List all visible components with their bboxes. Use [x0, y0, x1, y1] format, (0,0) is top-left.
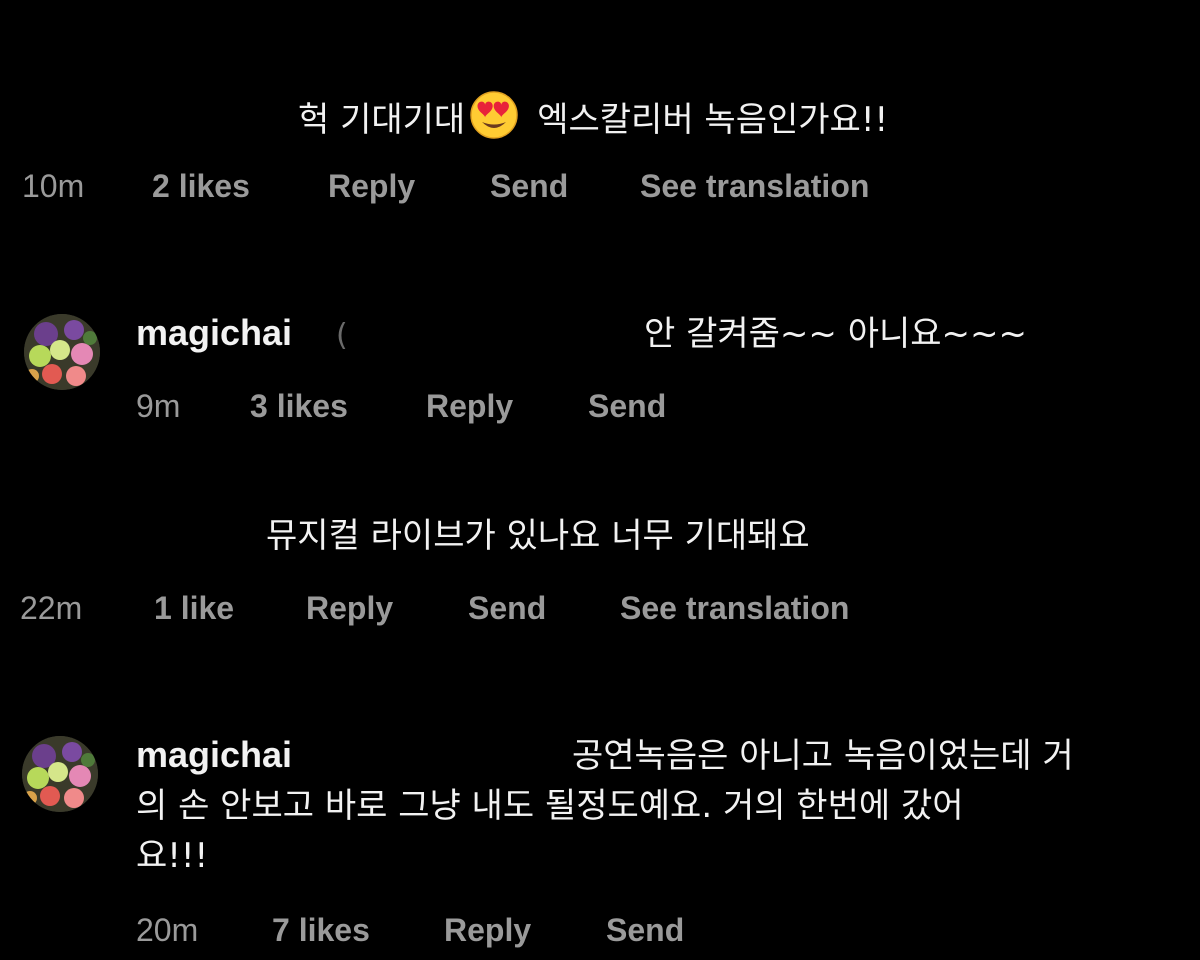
comment-text: 헉 기대기대 엑스칼리버 녹음인가요!!	[298, 90, 888, 153]
comment-text-part: 헉 기대기대	[298, 100, 466, 140]
comment-text-line: 공연녹음은 아니고 녹음이었는데 거	[572, 736, 1074, 776]
send-button[interactable]: Send	[468, 590, 546, 627]
avatar[interactable]	[24, 314, 100, 390]
comment-text: 안 갈켜줌~~ 아니요~~~	[644, 314, 1028, 354]
flower-avatar-icon	[24, 314, 100, 390]
send-button[interactable]: Send	[606, 912, 684, 949]
see-translation-button[interactable]: See translation	[620, 590, 849, 627]
reply-button[interactable]: Reply	[328, 168, 415, 205]
username[interactable]: magichai	[136, 312, 292, 354]
see-translation-button[interactable]: See translation	[640, 168, 869, 205]
comment-time: 10m	[22, 168, 85, 204]
likes-count[interactable]: 3 likes	[250, 388, 348, 425]
likes-count[interactable]: 7 likes	[272, 912, 370, 949]
send-button[interactable]: Send	[490, 168, 568, 205]
avatar[interactable]	[22, 736, 98, 812]
redaction-edge: (	[336, 318, 348, 353]
reply-button[interactable]: Reply	[306, 590, 393, 627]
comment-time: 9m	[136, 388, 181, 424]
reply-button[interactable]: Reply	[426, 388, 513, 425]
comment-text-part: 엑스칼리버 녹음인가요!!	[537, 100, 889, 140]
username[interactable]: magichai	[136, 734, 292, 776]
comment-time: 22m	[20, 590, 83, 626]
send-button[interactable]: Send	[588, 388, 666, 425]
likes-count[interactable]: 1 like	[154, 590, 234, 627]
likes-count[interactable]: 2 likes	[152, 168, 250, 205]
reply-button[interactable]: Reply	[444, 912, 531, 949]
flower-avatar-icon	[22, 736, 98, 812]
comment-text-line: 의 손 안보고 바로 그냥 내도 될정도예요. 거의 한번에 갔어	[136, 786, 964, 826]
comment-text: 뮤지컬 라이브가 있나요 너무 기대돼요	[266, 516, 810, 556]
comment-text-line: 요!!!	[136, 836, 209, 876]
comment-time: 20m	[136, 912, 199, 948]
heart-eyes-emoji-icon	[469, 90, 519, 153]
